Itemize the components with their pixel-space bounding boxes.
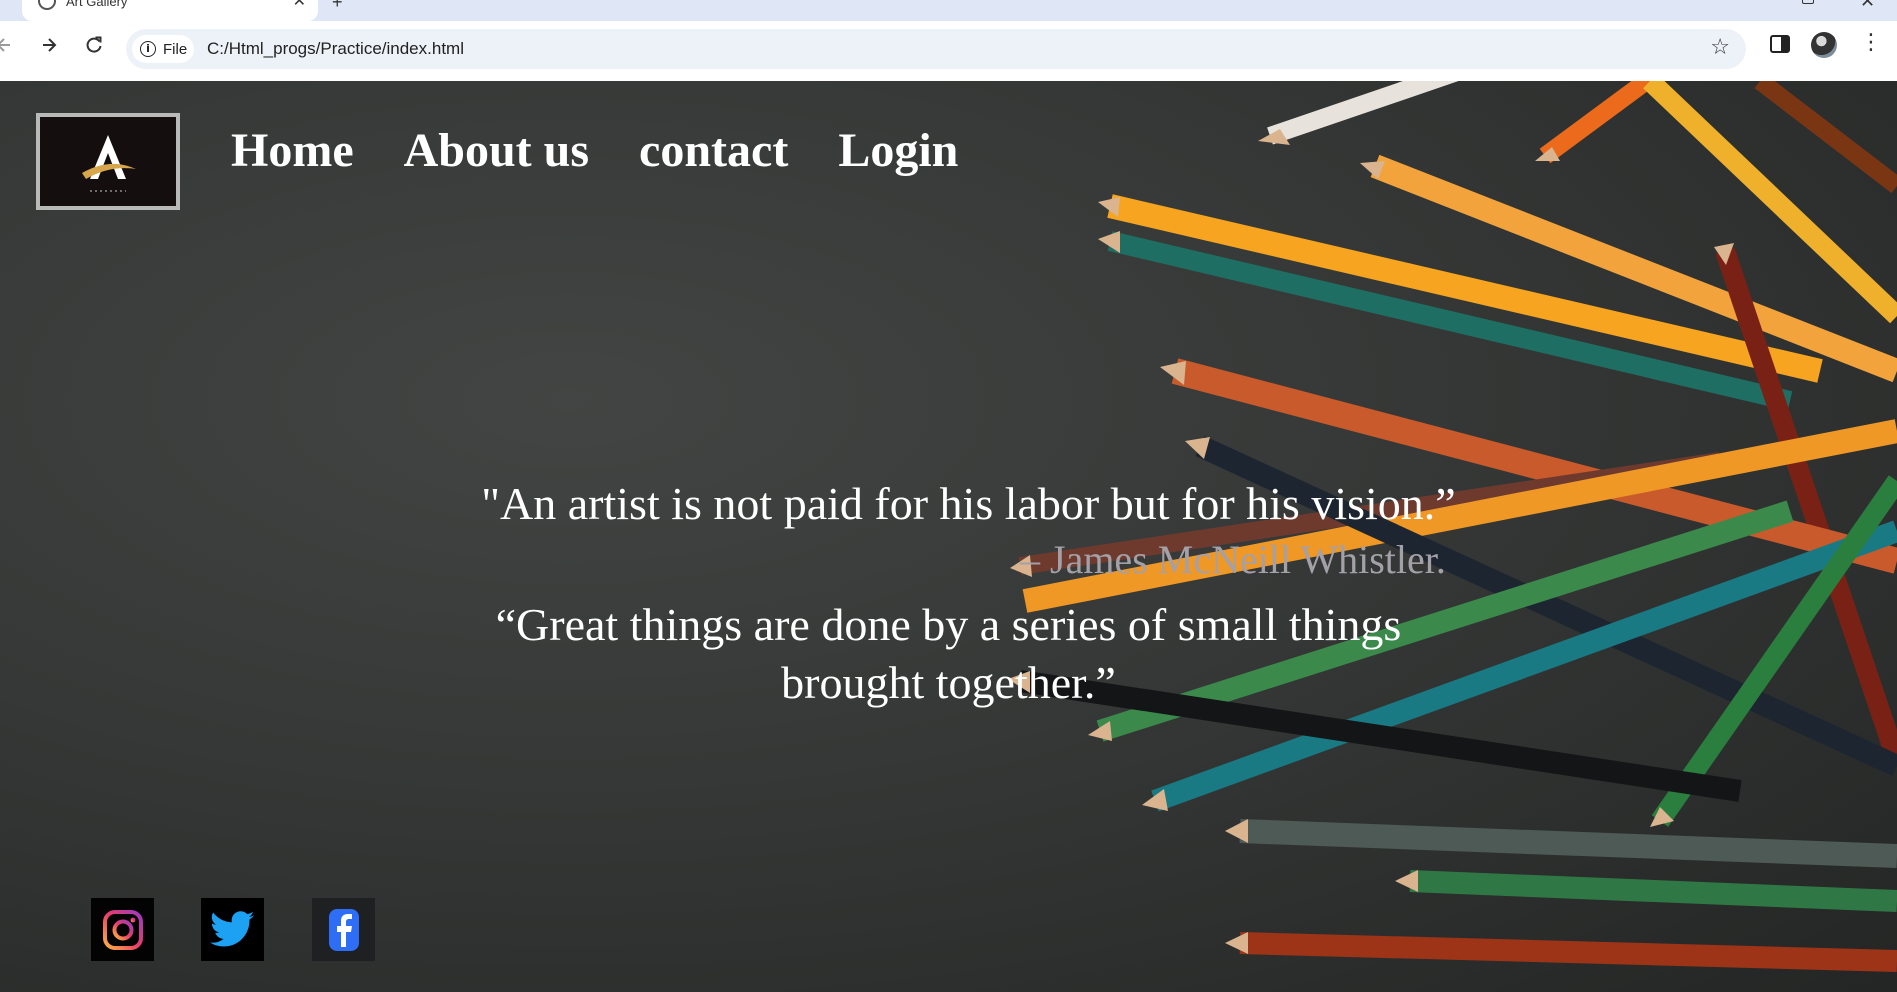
- site-info-label: File: [163, 40, 188, 58]
- page-background: Home About us contact Login "An artist i…: [0, 81, 1897, 992]
- url-text[interactable]: C:/Html_progs/Practice/index.html: [207, 39, 464, 59]
- quote-2-line-2: brought together.”: [781, 657, 1116, 708]
- nav-login-link[interactable]: Login: [838, 127, 958, 175]
- browser-tabstrip: Art Gallery ✕ + ✕: [0, 0, 1897, 21]
- instagram-icon[interactable]: [91, 898, 154, 961]
- bookmark-star-icon[interactable]: ☆: [1710, 35, 1730, 60]
- close-window-icon[interactable]: ✕: [1860, 0, 1875, 12]
- close-tab-icon[interactable]: ✕: [293, 0, 306, 11]
- info-icon: i: [140, 41, 156, 57]
- nav-contact-link[interactable]: contact: [639, 127, 788, 175]
- more-menu-icon[interactable]: ⋮: [1860, 29, 1882, 57]
- globe-icon: [38, 0, 56, 10]
- restore-window-icon[interactable]: [1802, 0, 1814, 4]
- back-icon[interactable]: [0, 29, 20, 61]
- address-bar[interactable]: i File C:/Html_progs/Practice/index.html…: [126, 29, 1746, 69]
- browser-toolbar: i File C:/Html_progs/Practice/index.html…: [0, 21, 1897, 81]
- nav-home-link[interactable]: Home: [231, 127, 354, 175]
- quote-author: – James McNeill Whistler.: [1020, 537, 1446, 582]
- side-panel-icon[interactable]: [1770, 35, 1790, 53]
- reload-icon[interactable]: [78, 29, 110, 61]
- browser-tab[interactable]: Art Gallery ✕: [22, 0, 318, 21]
- quote-2-line-1: “Great things are done by a series of sm…: [495, 599, 1402, 650]
- quote-text: "An artist is not paid for his labor but…: [481, 478, 1456, 529]
- new-tab-icon[interactable]: +: [332, 0, 343, 13]
- colored-pencils-image: [1008, 81, 1897, 972]
- forward-icon[interactable]: [33, 29, 65, 61]
- logo-a-mark: [82, 135, 136, 192]
- quote-text-2: “Great things are done by a series of sm…: [0, 596, 1897, 712]
- site-logo[interactable]: [36, 113, 180, 210]
- profile-avatar[interactable]: [1811, 32, 1837, 58]
- tab-title: Art Gallery: [66, 0, 128, 9]
- twitter-icon[interactable]: [201, 898, 264, 961]
- nav-about-link[interactable]: About us: [404, 127, 589, 175]
- site-info-chip[interactable]: i File: [132, 35, 194, 63]
- main-nav: Home About us contact Login: [231, 127, 958, 175]
- facebook-icon[interactable]: [312, 898, 375, 961]
